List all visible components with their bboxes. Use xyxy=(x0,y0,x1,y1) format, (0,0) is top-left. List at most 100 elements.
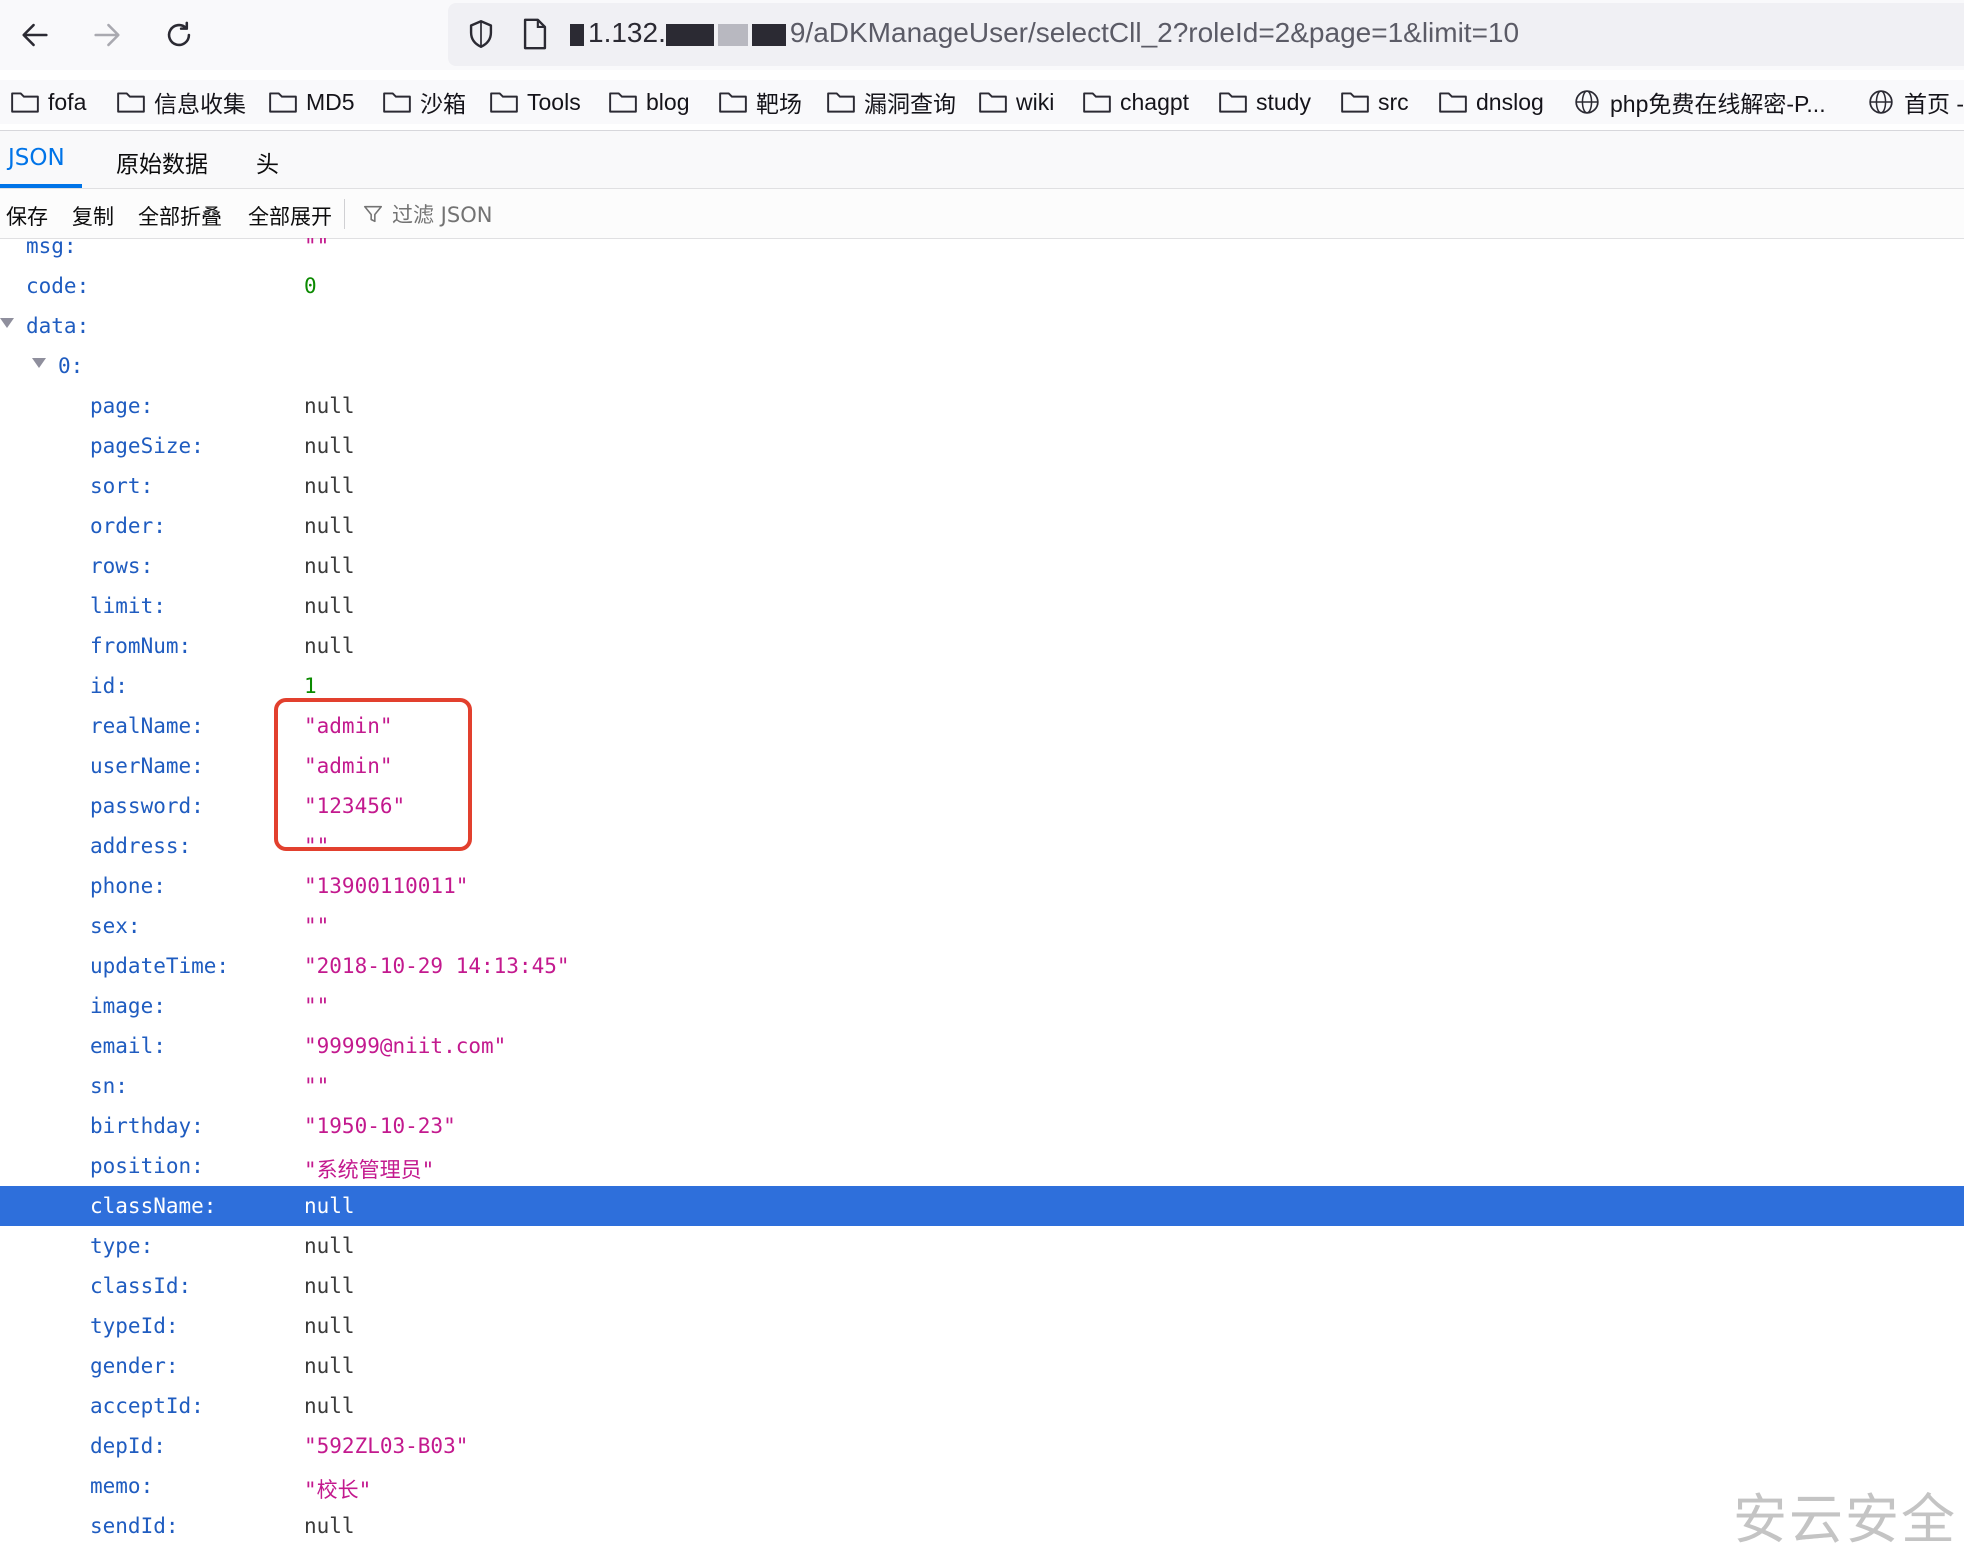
json-row[interactable]: 0: xyxy=(0,346,1964,386)
bookmark-homepage[interactable]: 首页 - xyxy=(1866,82,1964,122)
bookmark-chagpt[interactable]: chagpt xyxy=(1082,82,1189,122)
json-row[interactable]: order: null xyxy=(0,506,1964,546)
bookmark-blog[interactable]: blog xyxy=(608,82,689,122)
json-value: "99999@niit.com" xyxy=(304,1034,507,1058)
filter-icon xyxy=(363,205,383,223)
json-row[interactable]: email: "99999@niit.com" xyxy=(0,1026,1964,1066)
bookmark-range[interactable]: 靶场 xyxy=(718,82,802,122)
json-value: "1950-10-23" xyxy=(304,1114,456,1138)
url-text[interactable]: 1.132. 9/aDKManageUser/selectCll_2?roleId… xyxy=(570,17,1519,49)
json-key: order: xyxy=(90,514,166,538)
json-row[interactable]: className: null xyxy=(0,1186,1964,1226)
folder-icon xyxy=(1439,92,1467,113)
reload-button[interactable] xyxy=(156,12,202,58)
viewer-tabs: JSON 原始数据 头 xyxy=(0,131,1964,189)
bookmark-wiki[interactable]: wiki xyxy=(978,82,1054,122)
forward-arrow-icon xyxy=(94,23,120,47)
json-value: null xyxy=(304,474,355,498)
expand-toggle-icon[interactable] xyxy=(0,318,14,328)
json-value: null xyxy=(304,554,355,578)
json-row[interactable]: data: xyxy=(0,306,1964,346)
json-row[interactable]: acceptId: null xyxy=(0,1386,1964,1426)
json-key: classId: xyxy=(90,1274,192,1298)
json-key: email: xyxy=(90,1034,166,1058)
json-value: "校长" xyxy=(304,1478,372,1502)
json-row[interactable]: depId: "592ZL03-B03" xyxy=(0,1426,1964,1466)
json-key: limit: xyxy=(90,594,166,618)
bookmark-sandbox[interactable]: 沙箱 xyxy=(382,82,466,122)
json-row[interactable]: sex: "" xyxy=(0,906,1964,946)
folder-icon xyxy=(1341,92,1369,113)
json-key: sort: xyxy=(90,474,154,498)
tab-raw-data[interactable]: 原始数据 xyxy=(116,145,208,179)
globe-icon xyxy=(1575,90,1599,114)
json-row[interactable]: rows: null xyxy=(0,546,1964,586)
json-key: acceptId: xyxy=(90,1394,204,1418)
json-row[interactable]: fromNum: null xyxy=(0,626,1964,666)
bookmark-md5[interactable]: MD5 xyxy=(268,82,355,122)
json-key: pageSize: xyxy=(90,434,204,458)
json-value: null xyxy=(304,434,355,458)
filter-json-input[interactable]: 过滤 JSON xyxy=(362,199,492,229)
bookmark-tools[interactable]: Tools xyxy=(489,82,581,122)
bookmark-label: Tools xyxy=(527,88,581,115)
json-row[interactable]: code: 0 xyxy=(0,266,1964,306)
json-key: memo: xyxy=(90,1474,154,1498)
bookmark-php-decrypt[interactable]: php免费在线解密-P... xyxy=(1572,82,1826,122)
copy-button[interactable]: 复制 xyxy=(72,201,114,231)
json-value: null xyxy=(304,1314,355,1338)
tab-headers[interactable]: 头 xyxy=(256,145,279,179)
json-row[interactable]: msg: "" xyxy=(0,238,1964,266)
expand-toggle-icon[interactable] xyxy=(32,358,46,368)
json-key: depId: xyxy=(90,1434,166,1458)
browser-toolbar: 1.132. 9/aDKManageUser/selectCll_2?roleId… xyxy=(0,0,1964,70)
url-path: 9/aDKManageUser/selectCll_2?roleId=2&pag… xyxy=(789,17,1520,48)
bookmarks-bar: fofa 信息收集 MD5 沙箱 Tools blog 靶场 漏洞查询 wiki… xyxy=(0,80,1964,124)
json-key: updateTime: xyxy=(90,954,230,978)
json-row[interactable]: position: "系统管理员" xyxy=(0,1146,1964,1186)
json-row[interactable]: image: "" xyxy=(0,986,1964,1026)
json-row[interactable]: gender: null xyxy=(0,1346,1964,1386)
bookmark-vuln-lookup[interactable]: 漏洞查询 xyxy=(826,82,956,122)
back-button[interactable] xyxy=(12,12,58,58)
json-key: birthday: xyxy=(90,1114,204,1138)
tab-json[interactable]: JSON xyxy=(8,145,65,171)
json-row[interactable]: type: null xyxy=(0,1226,1964,1266)
json-value: "2018-10-29 14:13:45" xyxy=(304,954,570,978)
folder-icon xyxy=(117,92,145,113)
bookmark-label: MD5 xyxy=(306,88,355,115)
json-row[interactable]: pageSize: null xyxy=(0,426,1964,466)
bookmark-label: wiki xyxy=(1016,88,1055,115)
json-value: null xyxy=(304,594,355,618)
json-row[interactable]: page: null xyxy=(0,386,1964,426)
folder-icon xyxy=(609,92,637,113)
json-row[interactable]: limit: null xyxy=(0,586,1964,626)
bookmark-dnslog[interactable]: dnslog xyxy=(1438,82,1544,122)
json-value: "" xyxy=(304,994,330,1018)
forward-button[interactable] xyxy=(84,12,130,58)
json-row[interactable]: memo: "校长" xyxy=(0,1466,1964,1506)
bookmark-label: 信息收集 xyxy=(154,91,246,117)
bookmark-src[interactable]: src xyxy=(1340,82,1409,122)
expand-all-button[interactable]: 全部展开 xyxy=(248,201,332,231)
json-row[interactable]: sn: "" xyxy=(0,1066,1964,1106)
url-bar[interactable]: 1.132. 9/aDKManageUser/selectCll_2?roleId… xyxy=(448,3,1964,66)
json-row[interactable]: phone: "13900110011" xyxy=(0,866,1964,906)
json-row[interactable]: sort: null xyxy=(0,466,1964,506)
folder-icon xyxy=(1219,92,1247,113)
json-row[interactable]: birthday: "1950-10-23" xyxy=(0,1106,1964,1146)
save-button[interactable]: 保存 xyxy=(6,201,48,231)
folder-icon xyxy=(383,92,411,113)
json-value: null xyxy=(304,634,355,658)
json-row[interactable]: sendId: null xyxy=(0,1506,1964,1546)
json-row[interactable]: updateTime: "2018-10-29 14:13:45" xyxy=(0,946,1964,986)
json-row[interactable]: classId: null xyxy=(0,1266,1964,1306)
collapse-all-button[interactable]: 全部折叠 xyxy=(138,201,222,231)
folder-icon xyxy=(827,92,855,113)
bookmark-study[interactable]: study xyxy=(1218,82,1311,122)
bookmark-fofa[interactable]: fofa xyxy=(10,82,86,122)
shield-icon[interactable] xyxy=(464,17,498,51)
bookmark-label: fofa xyxy=(48,88,87,115)
json-row[interactable]: typeId: null xyxy=(0,1306,1964,1346)
bookmark-info-gathering[interactable]: 信息收集 xyxy=(116,82,246,122)
